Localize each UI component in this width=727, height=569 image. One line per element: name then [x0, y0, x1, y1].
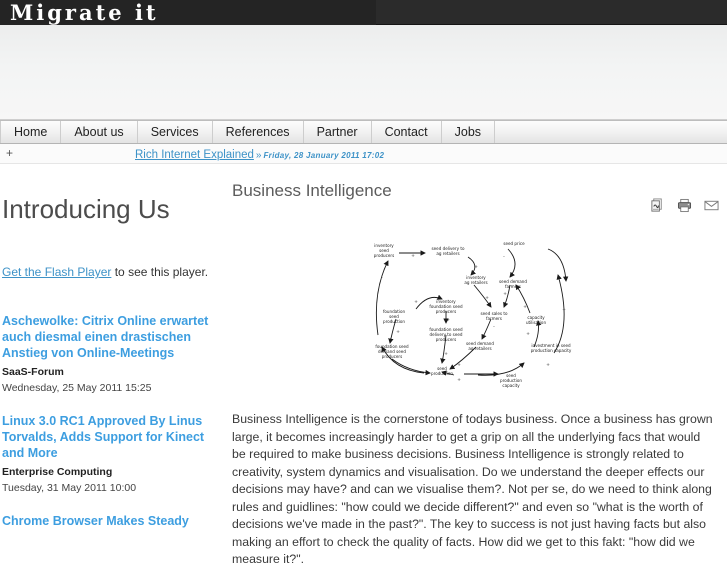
svg-text:+: +	[562, 307, 566, 313]
svg-text:-: -	[503, 255, 505, 260]
flash-player-notice: Get the Flash Player to see this player.	[0, 264, 220, 281]
article-header: Business Intelligence	[228, 164, 719, 213]
nav-filler	[495, 121, 727, 143]
flash-player-link[interactable]: Get the Flash Player	[2, 265, 111, 279]
svg-text:-: -	[381, 276, 383, 281]
svg-text:+: +	[411, 253, 415, 259]
svg-text:+: +	[485, 295, 489, 301]
ticker-headline-link[interactable]: Rich Internet Explained	[135, 149, 254, 161]
print-icon[interactable]	[677, 198, 692, 213]
flash-player-notice-rest: to see this player.	[111, 265, 209, 279]
email-icon[interactable]	[704, 198, 719, 213]
newsfeed-item-title[interactable]: Chrome Browser Makes Steady	[2, 513, 212, 529]
nav-item-contact[interactable]: Contact	[372, 121, 442, 143]
header-banner-area	[0, 25, 727, 120]
newsfeed-item-title[interactable]: Linux 3.0 RC1 Approved By Linus Torvalds…	[2, 413, 212, 461]
svg-text:production capacity: production capacity	[530, 348, 571, 353]
article-figure: inventory seed producers seed delivery to a…	[228, 235, 719, 393]
svg-text:producers: producers	[435, 337, 455, 342]
left-sidebar: Introducing Us Get the Flash Player to s…	[0, 164, 228, 569]
ticker-date: Friday, 28 January 2011 17:02	[263, 151, 385, 160]
svg-text:+: +	[457, 377, 461, 383]
newsflash-ticker: + Rich Internet Explained» Friday, 28 Jan…	[0, 144, 727, 164]
svg-text:ag retailers: ag retailers	[468, 346, 491, 351]
nav-item-about-us[interactable]: About us	[61, 121, 138, 143]
ticker-expand-icon[interactable]: +	[6, 146, 13, 160]
site-logo[interactable]: Migrate it	[0, 0, 376, 25]
svg-text:+: +	[414, 299, 418, 305]
article-tools	[650, 180, 719, 213]
svg-text:producers: producers	[373, 253, 393, 258]
svg-text:ag retailers: ag retailers	[464, 280, 487, 285]
site-header: Migrate it	[0, 0, 727, 25]
page-body: Introducing Us Get the Flash Player to s…	[0, 164, 727, 569]
svg-text:+: +	[396, 329, 400, 335]
svg-text:production: production	[383, 319, 405, 324]
svg-text:farmers: farmers	[505, 284, 521, 289]
nav-item-home[interactable]: Home	[0, 121, 62, 143]
nav-item-jobs[interactable]: Jobs	[442, 121, 496, 143]
svg-text:+: +	[474, 264, 478, 270]
site-logo-text: Migrate it	[10, 0, 159, 25]
svg-text:+: +	[457, 362, 461, 368]
svg-text:+: +	[546, 362, 550, 368]
newsfeed-item-title[interactable]: Aschewolke: Citrix Online erwartet auch …	[2, 313, 212, 361]
svg-text:+: +	[526, 331, 530, 337]
svg-text:+: +	[523, 304, 527, 310]
main-navigation: Home About us Services References Partne…	[0, 120, 727, 144]
newsfeed-item-source: Enterprise Computing	[2, 466, 113, 478]
newsfeed-item: Aschewolke: Citrix Online erwartet auch …	[2, 313, 220, 395]
newsfeed-item: Chrome Browser Makes Steady	[2, 513, 220, 529]
pdf-icon[interactable]	[650, 198, 665, 213]
svg-text:producers: producers	[435, 309, 455, 314]
svg-text:utilisation: utilisation	[525, 320, 546, 325]
causal-loop-diagram: inventoryseedproducers seed delivery toa…	[373, 241, 571, 388]
newsfeed-item-date: Wednesday, 25 May 2011 15:25	[2, 382, 152, 394]
svg-text:capacity: capacity	[502, 383, 520, 388]
svg-text:+: +	[446, 317, 450, 323]
nav-item-references[interactable]: References	[213, 121, 304, 143]
main-content: Business Intelligence inventory seed pro…	[228, 164, 727, 569]
svg-text:+: +	[444, 351, 448, 357]
svg-text:ag retailers: ag retailers	[436, 251, 459, 256]
svg-text:producers: producers	[381, 354, 401, 359]
ticker-content: Rich Internet Explained» Friday, 28 Janua…	[135, 147, 384, 161]
nav-item-partner[interactable]: Partner	[304, 121, 372, 143]
article-title: Business Intelligence	[232, 181, 392, 200]
svg-text:-: -	[493, 325, 495, 330]
newsfeed-item-date: Tuesday, 31 May 2011 10:00	[2, 482, 137, 494]
svg-text:+: +	[503, 291, 507, 297]
newsfeed-item-source: SaaS-Forum	[2, 366, 64, 378]
svg-text:farmers: farmers	[486, 316, 502, 321]
sidebar-heading: Introducing Us	[2, 194, 170, 224]
nav-item-services[interactable]: Services	[138, 121, 213, 143]
newsfeed-item: Linux 3.0 RC1 Approved By Linus Torvalds…	[2, 413, 220, 495]
svg-text:production: production	[431, 371, 453, 376]
article-body-text: Business Intelligence is the cornerstone…	[232, 412, 713, 566]
svg-text:seed price: seed price	[503, 241, 525, 246]
newsfeed-module: Aschewolke: Citrix Online erwartet auch …	[0, 313, 220, 529]
